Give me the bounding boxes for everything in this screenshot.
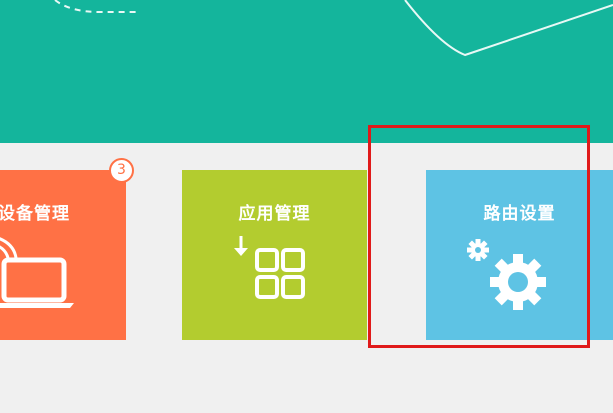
app-management-label: 应用管理: [238, 204, 311, 224]
router-settings-label: 路由设置: [483, 204, 556, 224]
device-management-tile[interactable]: 设备管理: [0, 170, 126, 340]
gear-icon: [467, 239, 546, 310]
router-settings-tile[interactable]: 路由设置: [426, 170, 613, 340]
apps-grid-download-icon: [234, 236, 305, 299]
device-management-label: 设备管理: [0, 204, 70, 224]
top-banner: [0, 0, 613, 143]
laptop-wifi-icon: [0, 237, 74, 308]
banner-decoration: [54, 0, 613, 57]
device-count-badge: 3: [109, 158, 134, 183]
app-management-tile[interactable]: 应用管理: [182, 170, 367, 340]
